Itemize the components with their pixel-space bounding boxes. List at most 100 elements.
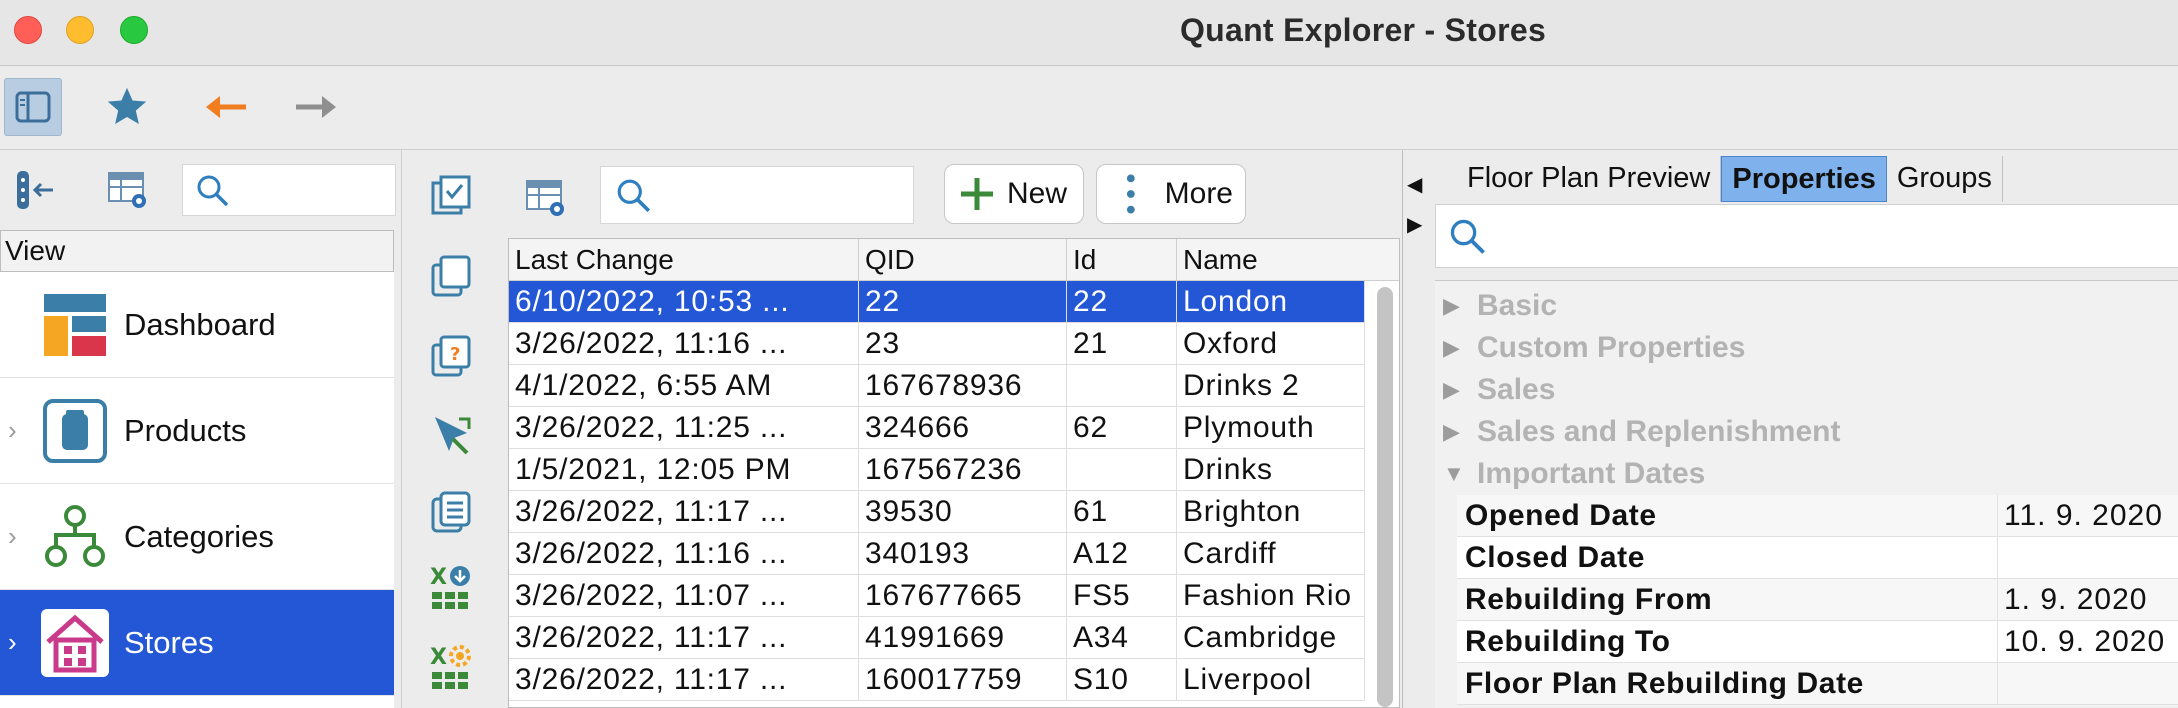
table-row[interactable]: 3/26/2022, 11:07 ... 167677665 FS5 Fashion … xyxy=(509,575,1365,617)
table-row[interactable]: 3/26/2022, 11:17 ... 39530 61 Brighton xyxy=(509,491,1365,533)
nav-item-stores[interactable]: › Stores xyxy=(0,590,394,696)
cell-last-change: 3/26/2022, 11:17 ... xyxy=(509,659,859,701)
clipboard-button[interactable] xyxy=(426,486,478,538)
cell-id: 61 xyxy=(1067,491,1177,533)
cell-last-change: 6/10/2022, 10:53 ... xyxy=(509,281,859,323)
collapse-view-button[interactable] xyxy=(8,164,60,216)
back-button[interactable] xyxy=(196,78,254,136)
products-icon xyxy=(40,396,110,466)
more-button[interactable]: More xyxy=(1096,164,1246,224)
cell-name: Cambridge xyxy=(1177,617,1365,659)
chevron-right-icon[interactable]: › xyxy=(8,521,17,552)
group-basic[interactable]: ▶ Basic xyxy=(1435,285,2178,327)
property-value[interactable]: 10. 9. 2020 xyxy=(1997,621,2178,663)
new-button[interactable]: New xyxy=(944,164,1084,224)
property-key: Rebuilding To xyxy=(1465,625,1671,658)
sidebar-toggle-icon xyxy=(15,91,51,123)
help-item-button[interactable]: ? xyxy=(426,330,478,382)
select-all-button[interactable] xyxy=(426,170,478,222)
table-row[interactable]: 4/1/2022, 6:55 AM 167678936 Drinks 2 xyxy=(509,365,1365,407)
export-excel-button[interactable]: X xyxy=(426,560,478,612)
cell-id xyxy=(1067,449,1177,491)
group-sales-and-replenishment[interactable]: ▶ Sales and Replenishment xyxy=(1435,411,2178,453)
chevron-right-icon[interactable]: › xyxy=(8,415,17,446)
forward-button[interactable] xyxy=(288,78,346,136)
question-document-icon: ? xyxy=(431,335,471,377)
tab-groups[interactable]: Groups xyxy=(1887,156,2003,202)
view-header: View xyxy=(0,230,394,272)
tab-floor-plan-preview[interactable]: Floor Plan Preview xyxy=(1457,156,1722,202)
svg-text:X: X xyxy=(430,645,447,670)
group-label: Basic xyxy=(1477,289,1558,322)
table-row[interactable]: 3/26/2022, 11:16 ... 340193 A12 Cardiff xyxy=(509,533,1365,575)
navigation-search-input[interactable] xyxy=(182,164,396,216)
window-title: Quant Explorer - Stores xyxy=(1179,12,1547,48)
list-search-input[interactable] xyxy=(600,166,914,224)
table-row[interactable]: 1/5/2021, 12:05 PM 167567236 Drinks xyxy=(509,449,1365,491)
cell-id: 22 xyxy=(1067,281,1177,323)
sidebar-toggle-button[interactable] xyxy=(4,78,62,136)
properties-search-input[interactable] xyxy=(1435,204,2178,268)
expand-triangle-icon: ▶ xyxy=(1443,335,1460,360)
table-row[interactable]: 3/26/2022, 11:25 ... 324666 62 Plymouth xyxy=(509,407,1365,449)
star-icon xyxy=(107,87,147,125)
group-label: Sales and Replenishment xyxy=(1477,415,1841,448)
main-toolbar xyxy=(0,66,2178,150)
property-value[interactable]: 11. 9. 2020 xyxy=(1997,495,2178,537)
column-header-name[interactable]: Name xyxy=(1177,239,1399,281)
column-header-last-change[interactable]: Last Change xyxy=(509,239,859,281)
table-row[interactable]: 3/26/2022, 11:17 ... 160017759 S10 Liverpoo… xyxy=(509,659,1365,701)
expand-right-arrow-icon[interactable]: ▶ xyxy=(1407,212,1422,237)
table-scrollbar[interactable] xyxy=(1377,287,1393,707)
cell-name: Cardiff xyxy=(1177,533,1365,575)
column-header-qid[interactable]: QID xyxy=(859,239,1067,281)
select-pointer-button[interactable] xyxy=(426,408,478,460)
cell-last-change: 3/26/2022, 11:17 ... xyxy=(509,491,859,533)
property-row[interactable]: Rebuilding To 10. 9. 2020 xyxy=(1457,621,2178,663)
title-bar: Quant Explorer - Stores xyxy=(0,0,2178,66)
nav-item-products[interactable]: › Products xyxy=(0,378,394,484)
more-button-label: More xyxy=(1164,177,1233,210)
nav-item-dashboard[interactable]: Dashboard xyxy=(0,272,394,378)
table-settings-icon xyxy=(526,180,564,216)
chevron-right-icon[interactable]: › xyxy=(8,627,17,658)
table-row[interactable]: 6/10/2022, 10:53 ... 22 22 London xyxy=(509,281,1365,323)
property-value[interactable] xyxy=(1997,663,2178,705)
favorites-button[interactable] xyxy=(98,78,156,136)
group-important-dates[interactable]: ▼ Important Dates xyxy=(1435,453,2178,495)
cell-last-change: 3/26/2022, 11:16 ... xyxy=(509,533,859,575)
cell-id: S10 xyxy=(1067,659,1177,701)
cell-last-change: 1/5/2021, 12:05 PM xyxy=(509,449,859,491)
property-row[interactable]: Closed Date xyxy=(1457,537,2178,579)
nav-item-categories[interactable]: › Categories xyxy=(0,484,394,590)
table-settings-button[interactable] xyxy=(102,164,154,216)
checklist-icon xyxy=(431,175,471,215)
property-value[interactable]: 1. 9. 2020 xyxy=(1997,579,2178,621)
property-value[interactable] xyxy=(1997,537,2178,579)
property-row[interactable]: Opened Date 11. 9. 2020 xyxy=(1457,495,2178,537)
group-sales[interactable]: ▶ Sales xyxy=(1435,369,2178,411)
table-row[interactable]: 3/26/2022, 11:17 ... 41991669 A34 Cambridge xyxy=(509,617,1365,659)
cell-qid: 39530 xyxy=(859,491,1067,533)
list-settings-button[interactable] xyxy=(520,172,572,224)
cursor-select-icon xyxy=(435,417,471,455)
cell-last-change: 3/26/2022, 11:07 ... xyxy=(509,575,859,617)
column-header-id[interactable]: Id xyxy=(1067,239,1177,281)
cell-id: FS5 xyxy=(1067,575,1177,617)
excel-settings-button[interactable]: X xyxy=(426,640,478,692)
group-custom-properties[interactable]: ▶ Custom Properties xyxy=(1435,327,2178,369)
nav-item-label: Stores xyxy=(124,624,214,660)
property-row[interactable]: Rebuilding From 1. 9. 2020 xyxy=(1457,579,2178,621)
cell-qid: 340193 xyxy=(859,533,1067,575)
categories-icon xyxy=(40,502,110,572)
svg-text:?: ? xyxy=(450,344,460,365)
cell-name: Plymouth xyxy=(1177,407,1365,449)
tab-properties[interactable]: Properties xyxy=(1721,156,1887,202)
property-row[interactable]: Floor Plan Rebuilding Date xyxy=(1457,663,2178,705)
duplicate-button[interactable] xyxy=(426,250,478,302)
cell-id xyxy=(1067,365,1177,407)
cell-qid: 167567236 xyxy=(859,449,1067,491)
collapse-left-arrow-icon[interactable]: ◀ xyxy=(1407,172,1422,197)
table-row[interactable]: 3/26/2022, 11:16 ... 23 21 Oxford xyxy=(509,323,1365,365)
cell-qid: 23 xyxy=(859,323,1067,365)
